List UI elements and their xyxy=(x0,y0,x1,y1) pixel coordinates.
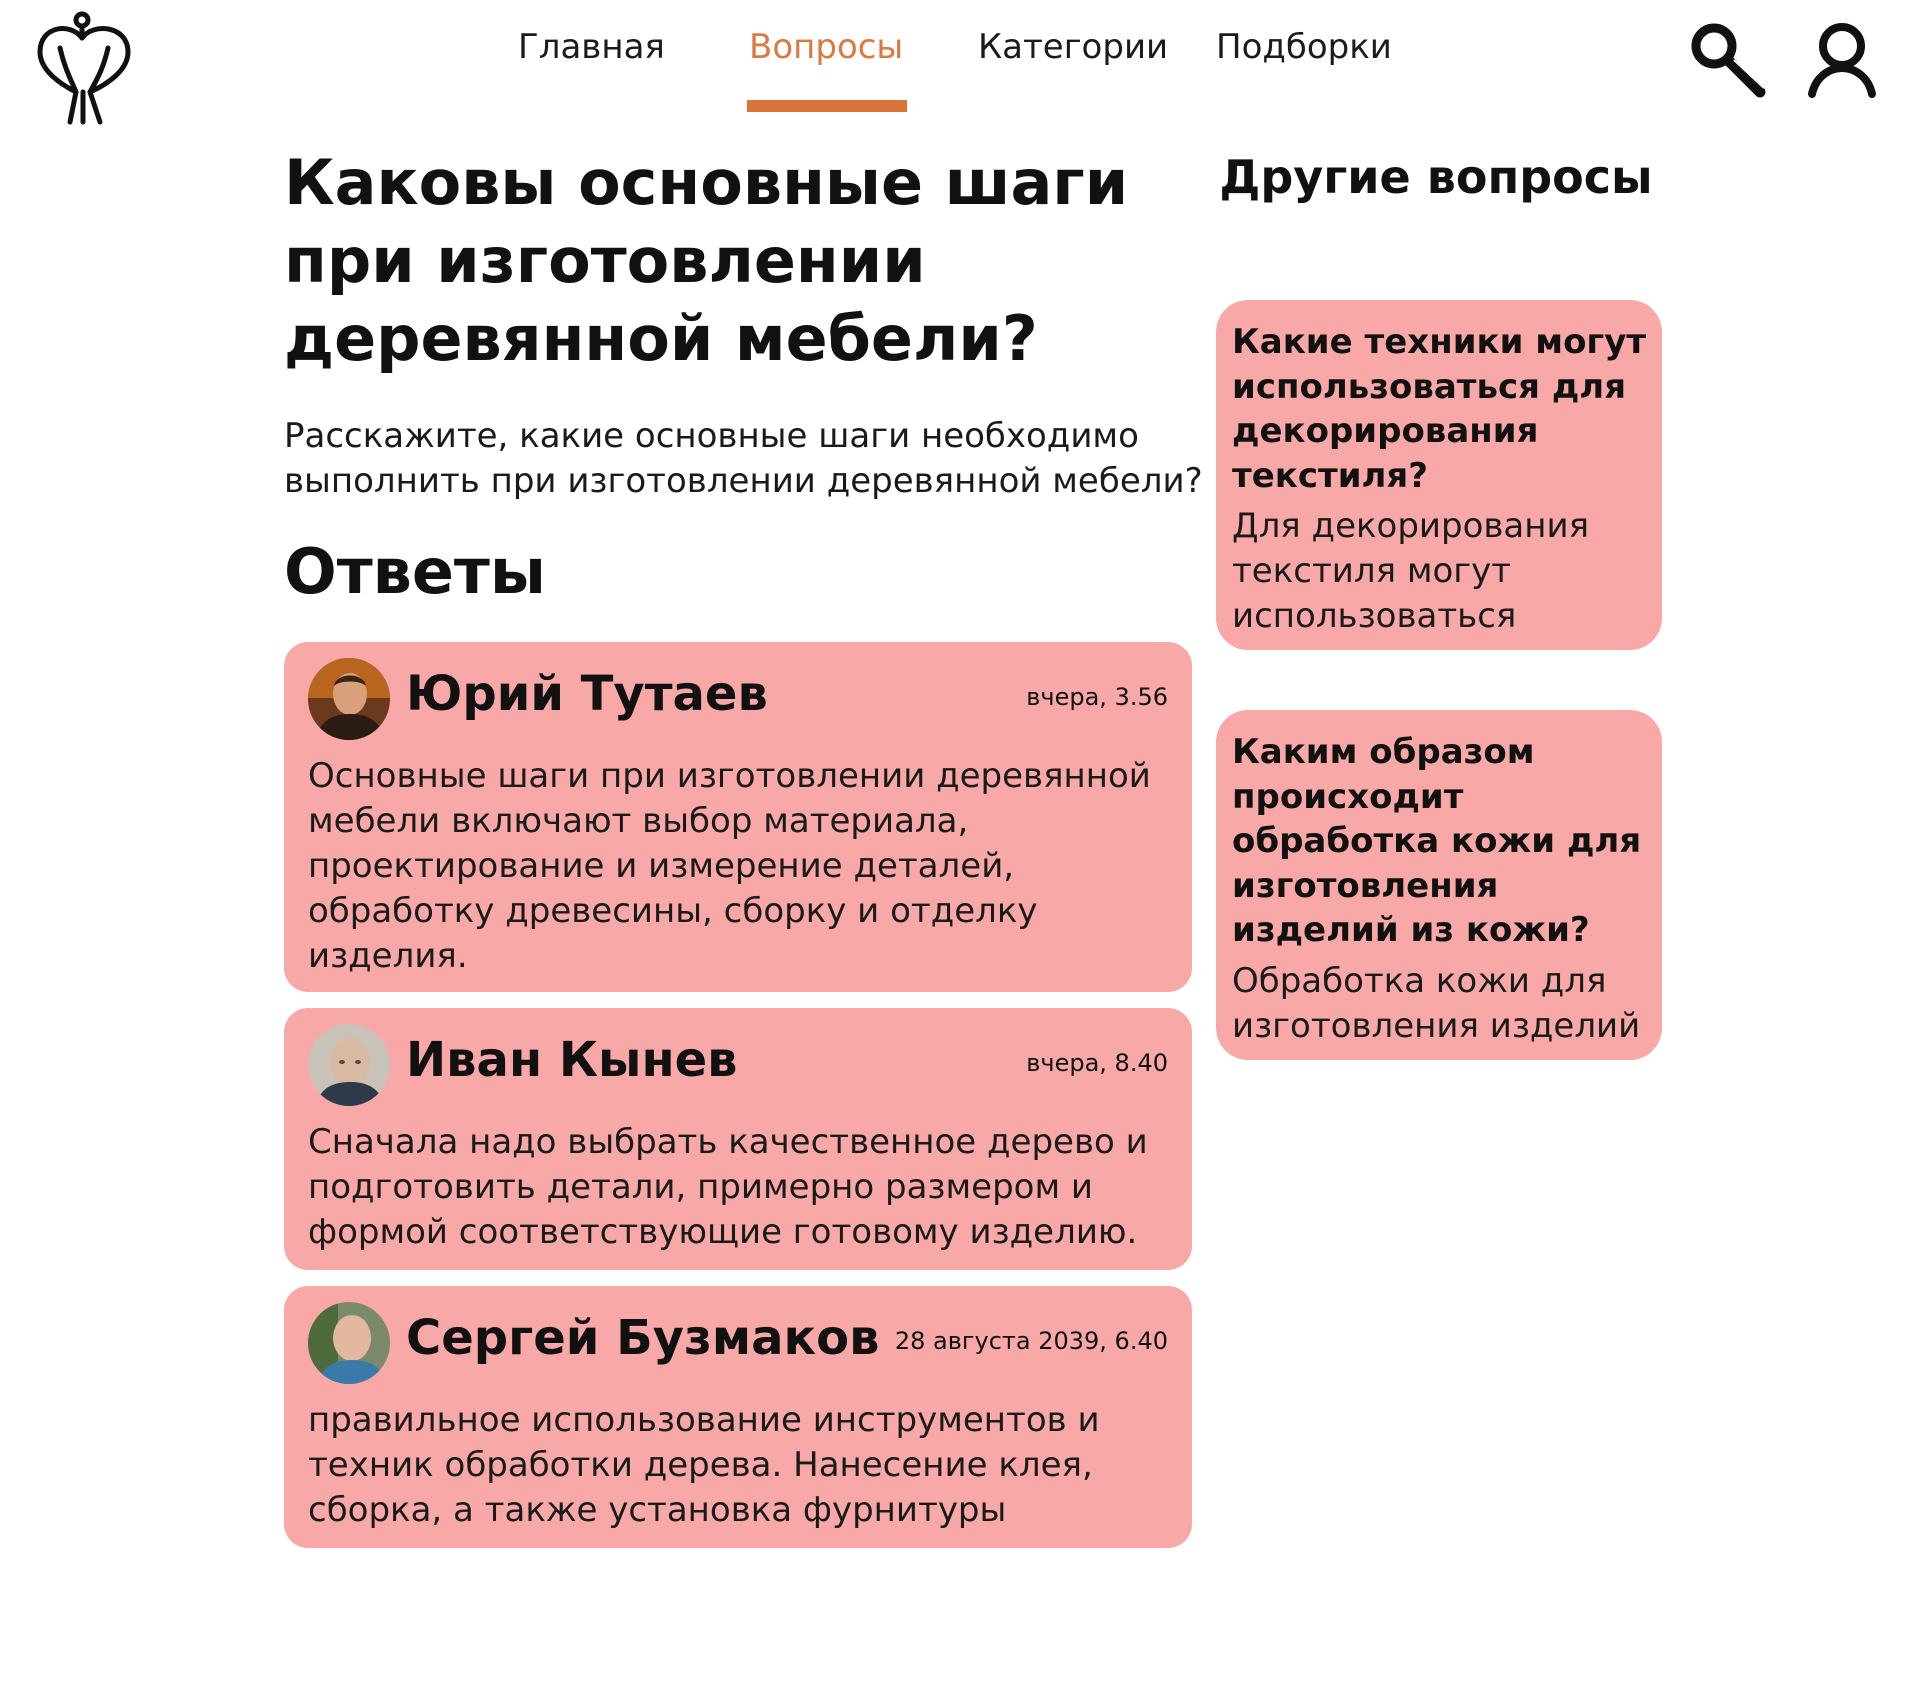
avatar[interactable] xyxy=(308,1024,390,1106)
other-questions-heading: Другие вопросы xyxy=(1219,150,1653,204)
answer-text: Основные шаги при изготовлении деревянно… xyxy=(308,756,1151,976)
related-question-card[interactable]: Каким образом происходит обработка кожи … xyxy=(1216,710,1662,1060)
related-question-excerpt: Обработка кожи для изготовления изделий xyxy=(1232,960,1641,1046)
related-question-card[interactable]: Какие техники могут использоваться для д… xyxy=(1216,300,1662,650)
related-question-excerpt: Для декорирования текстиля могут использ… xyxy=(1232,506,1590,636)
question-section: Каковы основные шаги при изготовлении де… xyxy=(284,144,1204,612)
nav-item-home[interactable]: Главная xyxy=(518,24,665,70)
answer-author[interactable]: Иван Кынев xyxy=(406,1030,738,1090)
avatar[interactable] xyxy=(308,1302,390,1384)
question-description: Расскажите, какие основные шаги необходи… xyxy=(284,416,1203,501)
answers-heading: Ответы xyxy=(284,535,546,608)
answer-timestamp: вчера, 3.56 xyxy=(1026,683,1168,711)
active-tab-indicator xyxy=(747,100,907,112)
related-question-title[interactable]: Каким образом происходит обработка кожи … xyxy=(1232,730,1652,1049)
search-icon[interactable] xyxy=(1686,16,1770,100)
question-title: Каковы основные шаги при изготовлении де… xyxy=(284,146,1129,375)
avatar[interactable] xyxy=(308,658,390,740)
answer-card: Иван Кынев вчера, 8.40 Сначала надо выбр… xyxy=(284,1008,1192,1270)
nav-item-collections[interactable]: Подборки xyxy=(1216,24,1392,70)
answer-card: Сергей Бузмаков 28 августа 2039, 6.40 пр… xyxy=(284,1286,1192,1548)
answer-timestamp: вчера, 8.40 xyxy=(1026,1049,1168,1077)
main-nav: Главная Вопросы Категории Подборки xyxy=(0,24,1920,114)
answer-timestamp: 28 августа 2039, 6.40 xyxy=(894,1327,1168,1355)
nav-item-categories[interactable]: Категории xyxy=(978,24,1168,70)
answer-text: Сначала надо выбрать качественное дерево… xyxy=(308,1122,1148,1252)
nav-item-questions[interactable]: Вопросы xyxy=(749,24,903,70)
answer-card: Юрий Тутаев вчера, 3.56 Основные шаги пр… xyxy=(284,642,1192,992)
answer-author[interactable]: Сергей Бузмаков xyxy=(406,1308,879,1368)
related-question-title[interactable]: Какие техники могут использоваться для д… xyxy=(1232,320,1652,639)
user-icon[interactable] xyxy=(1800,16,1884,100)
answer-author[interactable]: Юрий Тутаев xyxy=(406,664,768,724)
answer-text: правильное использование инструментов и … xyxy=(308,1400,1100,1530)
